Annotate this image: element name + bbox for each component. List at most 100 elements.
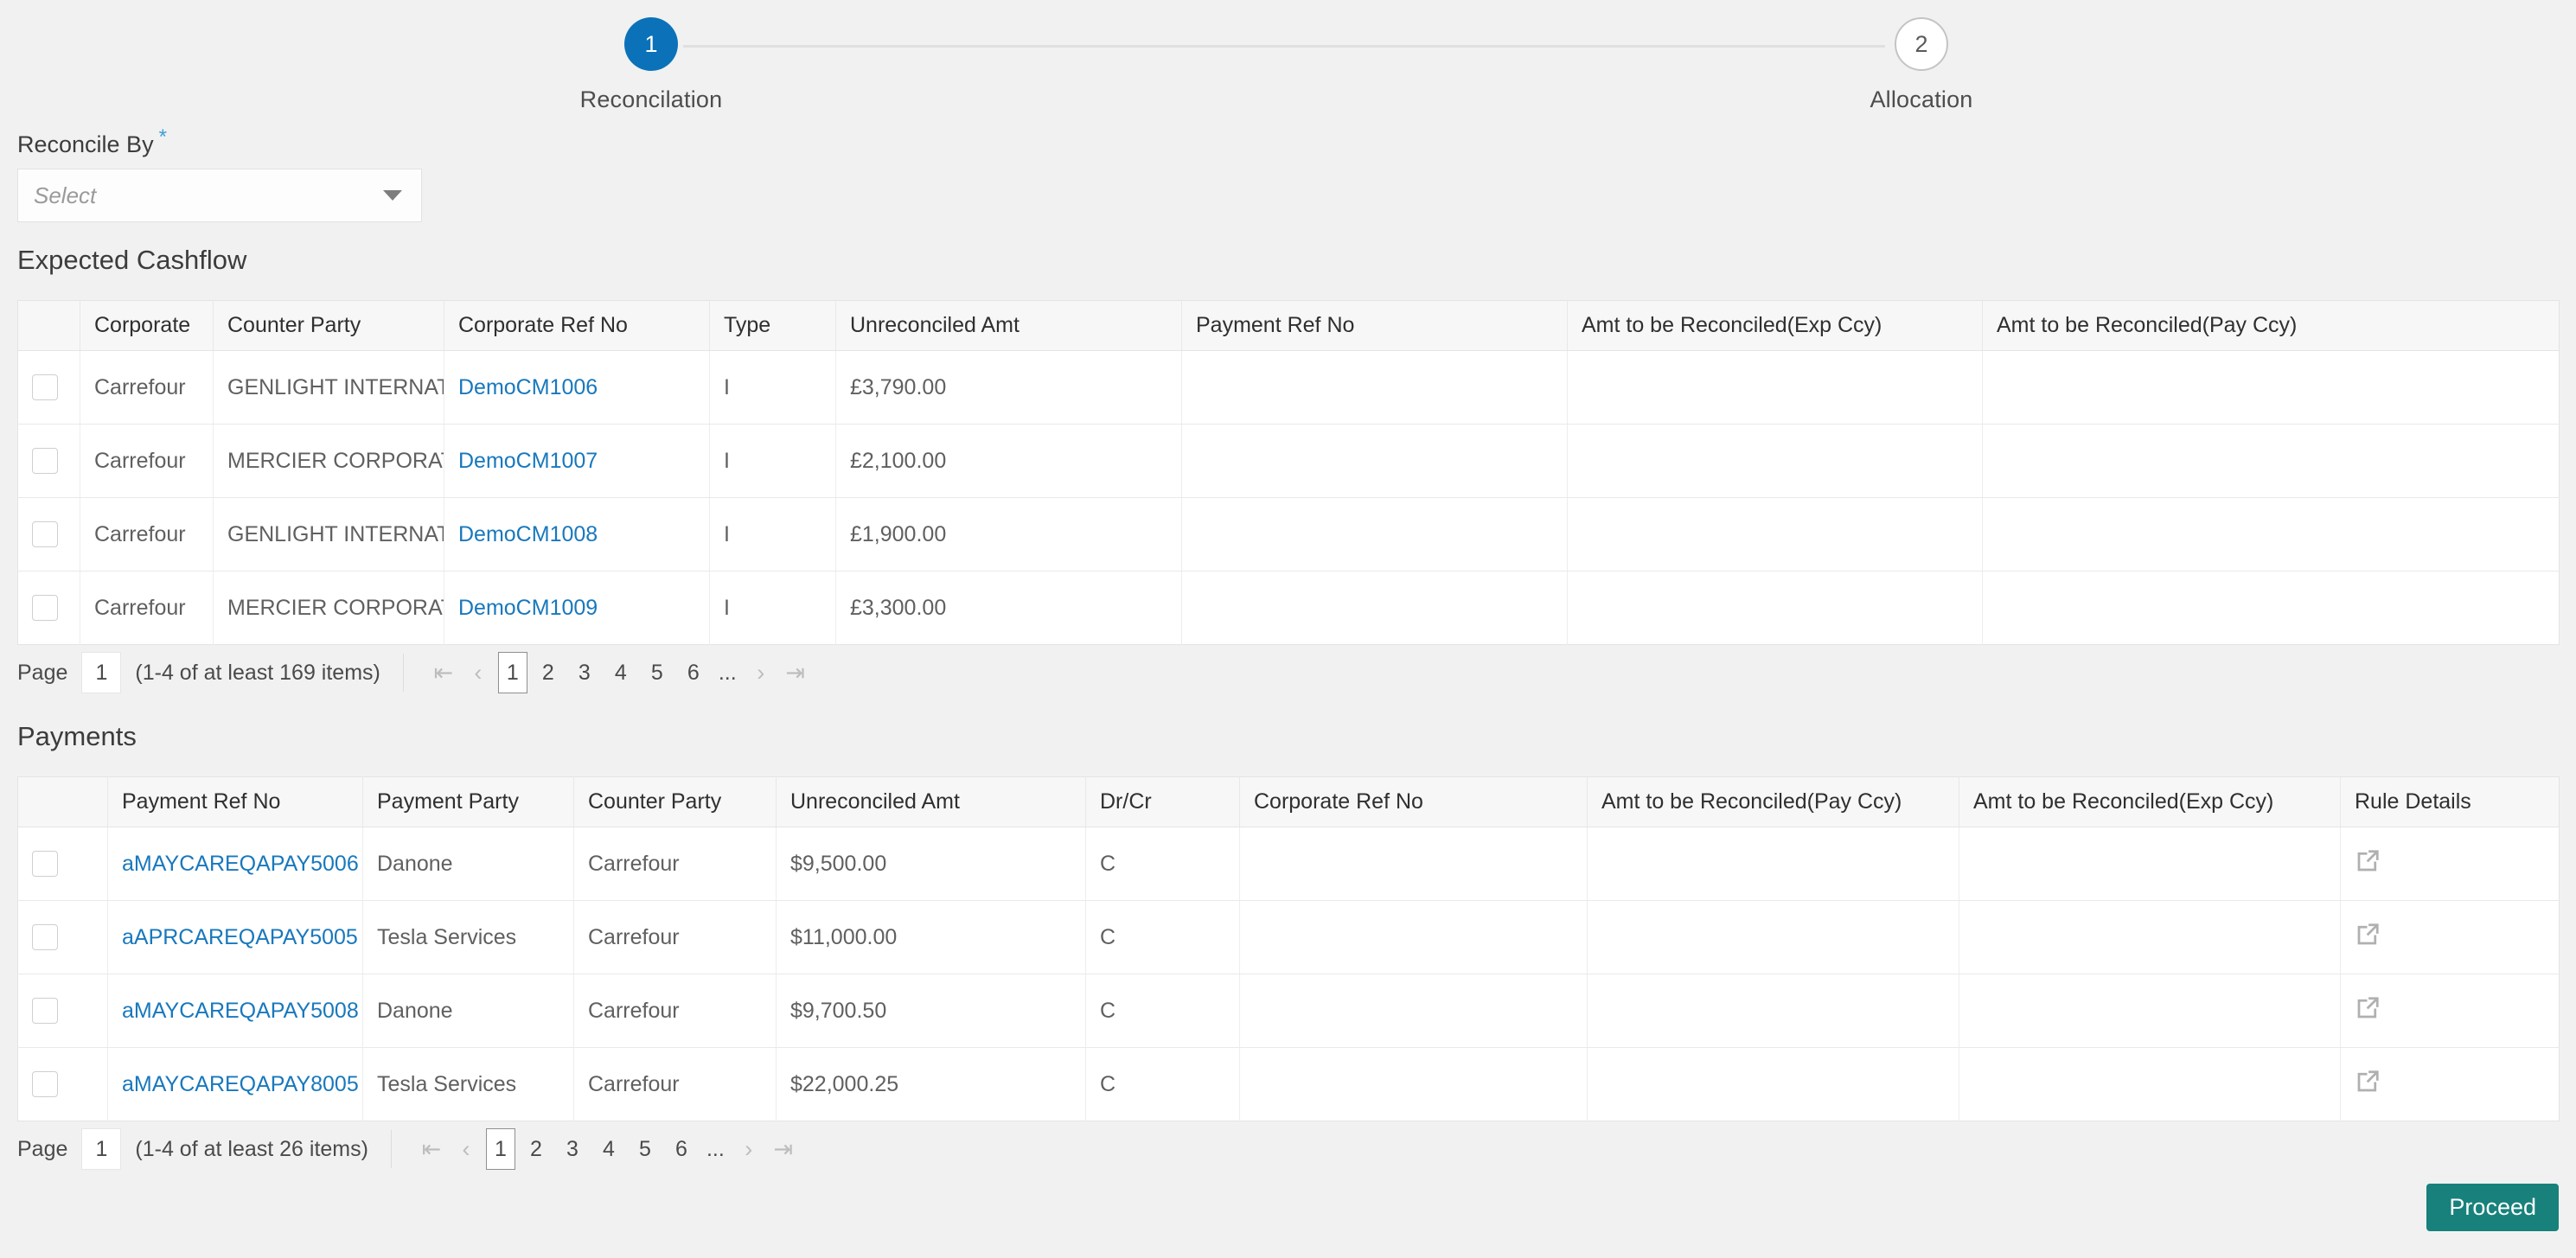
- pay-row-2-unreconciled-amt: $9,700.50: [776, 974, 1086, 1048]
- payments-header-row: Payment Ref No Payment Party Counter Par…: [17, 776, 2560, 827]
- pay-row-0-rule-details[interactable]: [2340, 827, 2560, 901]
- external-link-icon[interactable]: [2355, 922, 2381, 948]
- payment-ref-link[interactable]: aAPRCAREQAPAY5005: [122, 925, 358, 949]
- previous-page-icon[interactable]: ‹: [449, 1136, 483, 1163]
- payments-title: Payments: [17, 721, 137, 751]
- payment-ref-link[interactable]: aMAYCAREQAPAY5008: [122, 999, 359, 1023]
- pay-page-5[interactable]: 5: [630, 1137, 661, 1162]
- table-row[interactable]: aMAYCAREQAPAY5008 Danone Carrefour $9,70…: [17, 974, 2560, 1048]
- reconcile-by-placeholder: Select: [34, 182, 97, 208]
- first-page-icon[interactable]: ⇤: [426, 660, 461, 686]
- row-checkbox[interactable]: [32, 1071, 58, 1098]
- pay-page-4[interactable]: 4: [593, 1137, 624, 1162]
- table-row[interactable]: Carrefour GENLIGHT INTERNATIONAL DemoCM1…: [17, 350, 2560, 425]
- ec-row-0-corporate-ref-no[interactable]: DemoCM1006: [444, 350, 710, 425]
- corporate-ref-link[interactable]: DemoCM1009: [458, 596, 598, 620]
- payments-body: aMAYCAREQAPAY5006 Danone Carrefour $9,50…: [17, 827, 2560, 1121]
- row-checkbox[interactable]: [32, 595, 58, 622]
- row-checkbox[interactable]: [32, 448, 58, 475]
- next-page-icon[interactable]: ›: [732, 1136, 766, 1163]
- expected-cashflow-body: Carrefour GENLIGHT INTERNATIONAL DemoCM1…: [17, 350, 2560, 645]
- pagination-divider: [402, 654, 404, 692]
- table-row[interactable]: Carrefour MERCIER CORPORATION DemoCM1007…: [17, 424, 2560, 498]
- ec-page-3[interactable]: 3: [569, 661, 600, 686]
- table-row[interactable]: aMAYCAREQAPAY5006 Danone Carrefour $9,50…: [17, 827, 2560, 901]
- external-link-icon[interactable]: [2355, 848, 2381, 874]
- pay-page-2[interactable]: 2: [521, 1137, 552, 1162]
- table-row[interactable]: aMAYCAREQAPAY8005 Tesla Services Carrefo…: [17, 1047, 2560, 1121]
- pay-page-1[interactable]: 1: [485, 1128, 515, 1170]
- pay-row-2-counter-party: Carrefour: [573, 974, 777, 1048]
- pay-col-counter-party: Counter Party: [573, 776, 777, 827]
- ec-col-amt-pay-ccy: Amt to be Reconciled(Pay Ccy): [1982, 300, 2560, 351]
- pay-page-input[interactable]: 1: [81, 1128, 122, 1170]
- external-link-icon[interactable]: [2355, 1069, 2381, 1095]
- ec-row-1-amt-pay-ccy: [1982, 424, 2560, 498]
- external-link-icon[interactable]: [2355, 995, 2381, 1021]
- ec-row-2-payment-ref-no: [1181, 497, 1568, 572]
- ec-row-2-corporate-ref-no[interactable]: DemoCM1008: [444, 497, 710, 572]
- proceed-button[interactable]: Proceed: [2426, 1184, 2559, 1231]
- next-page-icon[interactable]: ›: [744, 660, 778, 686]
- reconcile-by-select[interactable]: Select: [17, 169, 422, 222]
- table-row[interactable]: Carrefour GENLIGHT INTERNATIONAL DemoCM1…: [17, 497, 2560, 572]
- row-checkbox[interactable]: [32, 924, 58, 951]
- row-checkbox[interactable]: [32, 374, 58, 401]
- corporate-ref-link[interactable]: DemoCM1006: [458, 375, 598, 399]
- table-row[interactable]: aAPRCAREQAPAY5005 Tesla Services Carrefo…: [17, 900, 2560, 974]
- table-row[interactable]: Carrefour MERCIER CORPORATION DemoCM1009…: [17, 571, 2560, 645]
- last-page-icon[interactable]: ⇥: [766, 1136, 801, 1163]
- pay-row-0-payment-ref-no[interactable]: aMAYCAREQAPAY5006: [107, 827, 363, 901]
- pay-row-1-rule-details[interactable]: [2340, 900, 2560, 974]
- ec-row-2-counter-party: GENLIGHT INTERNATIONAL: [213, 497, 444, 572]
- pay-row-0-dr-cr: C: [1085, 827, 1240, 901]
- ec-col-payment-ref-no: Payment Ref No: [1181, 300, 1568, 351]
- stepper-step-reconcilation[interactable]: 1 Reconcilation: [539, 17, 764, 113]
- pay-row-3-payment-party: Tesla Services: [362, 1047, 574, 1121]
- ec-page-1[interactable]: 1: [497, 652, 527, 693]
- ec-page-2[interactable]: 2: [533, 661, 564, 686]
- pay-row-2-amt-pay-ccy: [1587, 974, 1959, 1048]
- payment-ref-link[interactable]: aMAYCAREQAPAY5006: [122, 852, 359, 876]
- ec-row-0-unreconciled-amt: £3,790.00: [835, 350, 1182, 425]
- payments-table-wrap: Payment Ref No Payment Party Counter Par…: [17, 776, 2560, 1121]
- first-page-icon[interactable]: ⇤: [414, 1136, 449, 1163]
- pay-row-3-corporate-ref-no: [1239, 1047, 1588, 1121]
- pay-row-0-corporate-ref-no: [1239, 827, 1588, 901]
- ec-page-5[interactable]: 5: [642, 661, 673, 686]
- ec-page-6[interactable]: 6: [678, 661, 709, 686]
- ec-row-0-amt-pay-ccy: [1982, 350, 2560, 425]
- step-1-circle[interactable]: 1: [624, 17, 678, 71]
- pay-row-1-payment-party: Tesla Services: [362, 900, 574, 974]
- payment-ref-link[interactable]: aMAYCAREQAPAY8005: [122, 1072, 359, 1096]
- last-page-icon[interactable]: ⇥: [778, 660, 813, 686]
- ec-row-2-corporate: Carrefour: [80, 497, 214, 572]
- pay-row-3-rule-details[interactable]: [2341, 1048, 2560, 1121]
- pay-row-0-amt-pay-ccy: [1587, 827, 1959, 901]
- pay-row-3-counter-party: Carrefour: [573, 1047, 777, 1121]
- corporate-ref-link[interactable]: DemoCM1008: [458, 522, 598, 546]
- chevron-down-icon: [383, 190, 402, 201]
- pay-row-1-payment-ref-no[interactable]: aAPRCAREQAPAY5005: [107, 900, 363, 974]
- ec-row-3-corporate-ref-no[interactable]: DemoCM1009: [444, 571, 710, 645]
- pay-row-2-rule-details[interactable]: [2340, 974, 2560, 1048]
- step-2-circle[interactable]: 2: [1895, 17, 1948, 71]
- stepper-step-allocation[interactable]: 2 Allocation: [1809, 17, 2034, 113]
- row-checkbox[interactable]: [32, 998, 58, 1025]
- pay-col-amt-exp-ccy: Amt to be Reconciled(Exp Ccy): [1959, 776, 2341, 827]
- pay-page-6[interactable]: 6: [666, 1137, 697, 1162]
- ec-row-1-payment-ref-no: [1181, 424, 1568, 498]
- pay-page-3[interactable]: 3: [557, 1137, 588, 1162]
- pay-row-3-payment-ref-no[interactable]: aMAYCAREQAPAY8005: [107, 1047, 363, 1121]
- previous-page-icon[interactable]: ‹: [461, 660, 495, 686]
- pay-row-1-corporate-ref-no: [1239, 900, 1588, 974]
- row-checkbox[interactable]: [32, 521, 58, 548]
- ec-row-2-checkbox-cell: [17, 497, 80, 572]
- ec-row-1-corporate-ref-no[interactable]: DemoCM1007: [444, 424, 710, 498]
- payments-table: Payment Ref No Payment Party Counter Par…: [17, 776, 2560, 1121]
- corporate-ref-link[interactable]: DemoCM1007: [458, 449, 598, 473]
- row-checkbox[interactable]: [32, 851, 58, 878]
- pay-row-2-payment-ref-no[interactable]: aMAYCAREQAPAY5008: [107, 974, 363, 1048]
- ec-page-4[interactable]: 4: [605, 661, 636, 686]
- ec-page-input[interactable]: 1: [81, 652, 122, 693]
